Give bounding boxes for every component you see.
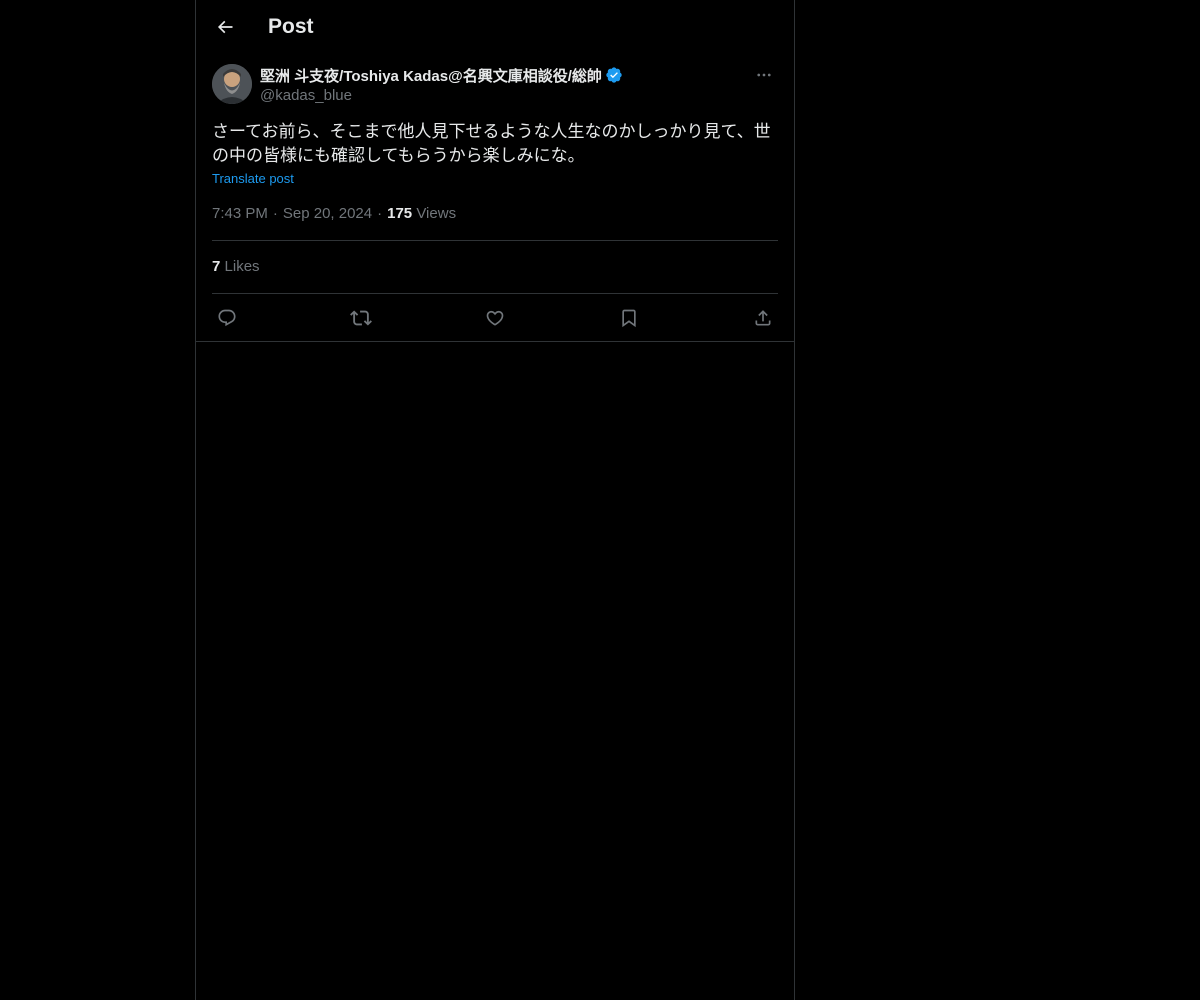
post-meta: 7:43 PM · Sep 20, 2024 · 175 Views	[212, 204, 456, 224]
divider	[212, 240, 778, 241]
reply-icon	[217, 308, 237, 328]
header: Post	[196, 0, 794, 53]
page-title: Post	[268, 15, 314, 38]
action-bar	[212, 304, 778, 332]
display-name[interactable]: 堅洲 斗支夜/Toshiya Kadas@名興文庫相談役/総帥	[260, 65, 602, 86]
divider	[212, 293, 778, 294]
likes-stat[interactable]: 7 Likes	[212, 257, 260, 277]
display-name-row: 堅洲 斗支夜/Toshiya Kadas@名興文庫相談役/総帥	[260, 64, 740, 86]
more-icon	[755, 66, 773, 84]
arrow-left-icon	[215, 17, 235, 37]
repost-icon	[350, 307, 372, 329]
translate-post-link[interactable]: Translate post	[212, 170, 294, 188]
post-time[interactable]: 7:43 PM	[212, 205, 268, 222]
bookmark-button[interactable]	[614, 304, 644, 332]
post-text: さーてお前ら、そこまで他人見下せるような人生なのかしっかり見て、世の中の皆様にも…	[212, 122, 771, 166]
post-date[interactable]: Sep 20, 2024	[283, 205, 372, 222]
meta-separator: ·	[377, 205, 383, 222]
back-button[interactable]	[210, 12, 240, 42]
meta-separator: ·	[272, 205, 278, 222]
like-button[interactable]	[480, 304, 510, 332]
handle[interactable]: @kadas_blue	[260, 86, 740, 106]
likes-count: 7	[212, 258, 221, 275]
views-count: 175	[387, 205, 413, 222]
main-column: Post 堅洲 斗支夜/Toshiya Kadas@名興文庫相談役/総帥 @ka…	[195, 0, 795, 1000]
like-icon	[485, 308, 505, 328]
share-button[interactable]	[748, 304, 778, 332]
repost-button[interactable]	[346, 304, 376, 332]
verified-badge-icon[interactable]	[605, 66, 623, 84]
share-icon	[753, 308, 773, 328]
bookmark-icon	[619, 308, 639, 328]
post-bottom-border	[196, 341, 794, 342]
avatar[interactable]	[212, 64, 252, 104]
likes-label: Likes	[224, 258, 260, 275]
views-label: Views	[416, 205, 457, 222]
more-options-button[interactable]	[750, 64, 778, 86]
reply-button[interactable]	[212, 304, 242, 332]
author-info: 堅洲 斗支夜/Toshiya Kadas@名興文庫相談役/総帥 @kadas_b…	[260, 64, 740, 106]
